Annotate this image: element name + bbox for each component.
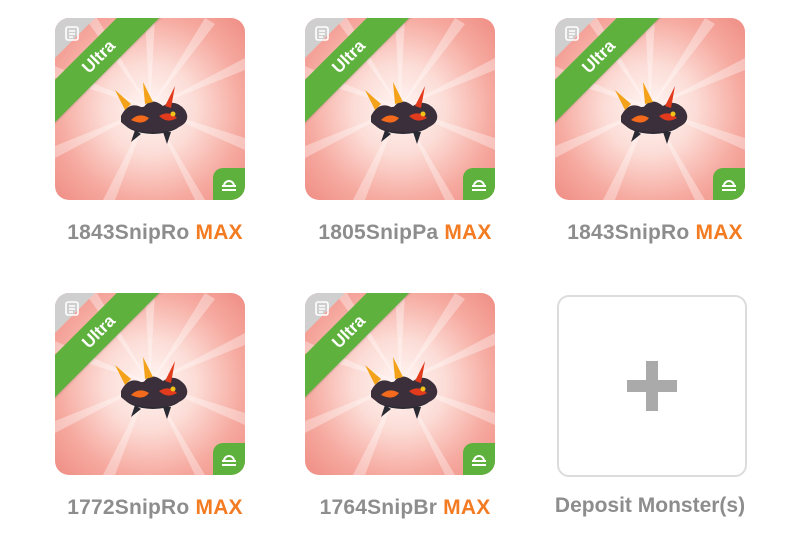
monster-image: [115, 82, 188, 144]
element-badge: [463, 168, 495, 200]
libra-icon: [472, 455, 486, 466]
monster-label: 1764SnipBr MAX: [290, 496, 520, 520]
document-icon: [65, 26, 79, 41]
level-badge: MAX: [195, 496, 243, 519]
deposit-monster-button[interactable]: [557, 295, 747, 477]
monster-card[interactable]: Ultra: [305, 293, 495, 475]
monster-card[interactable]: Ultra: [55, 18, 245, 200]
monster-image: [615, 82, 688, 144]
monster-card[interactable]: Ultra: [305, 18, 495, 200]
monster-name: 1772SnipRo: [67, 496, 190, 519]
level-badge: MAX: [695, 221, 743, 244]
element-badge: [213, 443, 245, 475]
monster-image: [365, 357, 438, 419]
monster-name: 1764SnipBr: [319, 496, 438, 519]
plus-icon: [627, 361, 677, 411]
document-icon: [565, 26, 579, 41]
monster-name: 1843SnipRo: [567, 221, 690, 244]
monster-card[interactable]: Ultra: [555, 18, 745, 200]
monster-image: [115, 357, 188, 419]
monster-label: 1843SnipRo MAX: [40, 221, 270, 245]
level-badge: MAX: [444, 221, 492, 244]
monster-label: 1843SnipRo MAX: [540, 221, 770, 245]
monster-label: 1772SnipRo MAX: [40, 496, 270, 520]
monster-image: [365, 82, 438, 144]
libra-icon: [472, 180, 486, 191]
libra-icon: [222, 455, 236, 466]
element-badge: [213, 168, 245, 200]
monster-name: 1805SnipPa: [318, 221, 439, 244]
element-badge: [463, 443, 495, 475]
document-icon: [315, 301, 329, 316]
monster-grid: Ultra 1843SnipRo MAX Ultra 1805SnipPa MA…: [0, 0, 800, 541]
level-badge: MAX: [443, 496, 491, 519]
document-icon: [65, 301, 79, 316]
monster-card[interactable]: Ultra: [55, 293, 245, 475]
monster-name: 1843SnipRo: [67, 221, 190, 244]
document-icon: [315, 26, 329, 41]
element-badge: [713, 168, 745, 200]
libra-icon: [222, 180, 236, 191]
monster-label: 1805SnipPa MAX: [290, 221, 520, 245]
level-badge: MAX: [195, 221, 243, 244]
libra-icon: [722, 180, 736, 191]
deposit-label: Deposit Monster(s): [554, 494, 746, 517]
